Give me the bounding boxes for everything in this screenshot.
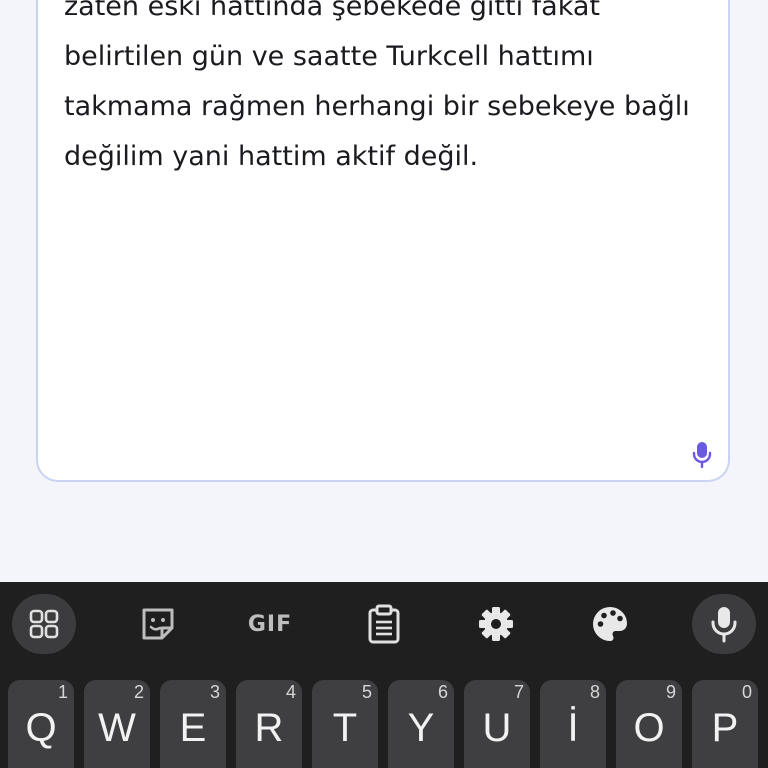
key-p[interactable]: 0 P <box>692 680 758 768</box>
key-y[interactable]: 6 Y <box>388 680 454 768</box>
settings-button[interactable] <box>464 594 528 654</box>
keyboard: GIF 1 Q 2 W 3 E 4 R 5 T 6 Y 7 U 8 İ 9 O … <box>0 582 768 768</box>
apps-button[interactable] <box>12 594 76 654</box>
key-label: İ <box>567 706 579 750</box>
key-hint: 3 <box>209 682 220 702</box>
theme-button[interactable] <box>578 594 642 654</box>
key-label: T <box>332 706 358 750</box>
key-u[interactable]: 7 U <box>464 680 530 768</box>
palette-icon <box>592 607 627 641</box>
key-label: E <box>179 706 207 750</box>
key-label: Y <box>407 706 435 750</box>
key-hint: 8 <box>589 682 600 702</box>
microphone-icon <box>711 607 737 643</box>
key-hint: 0 <box>741 682 752 702</box>
key-label: Q <box>25 706 57 750</box>
screen: zaten eski hattında şebekede gitti fakat… <box>0 0 768 768</box>
key-row-1: 1 Q 2 W 3 E 4 R 5 T 6 Y 7 U 8 İ 9 O 0 P <box>0 680 768 768</box>
clipboard-icon <box>368 604 400 644</box>
key-hint: 7 <box>513 682 524 702</box>
gear-icon <box>479 607 513 641</box>
microphone-icon <box>692 442 712 469</box>
key-hint: 9 <box>665 682 676 702</box>
input-microphone-button[interactable] <box>688 440 716 470</box>
gif-button[interactable]: GIF <box>238 594 302 654</box>
key-hint: 6 <box>437 682 448 702</box>
apps-grid-icon <box>29 609 59 639</box>
key-w[interactable]: 2 W <box>84 680 150 768</box>
key-label: U <box>482 706 512 750</box>
message-textarea[interactable]: zaten eski hattında şebekede gitti fakat… <box>36 0 730 482</box>
sticker-icon <box>142 608 174 640</box>
key-q[interactable]: 1 Q <box>8 680 74 768</box>
gif-label: GIF <box>247 611 293 637</box>
keyboard-toolbar: GIF <box>0 582 768 666</box>
key-hint: 5 <box>361 682 372 702</box>
key-hint: 1 <box>57 682 68 702</box>
message-text[interactable]: zaten eski hattında şebekede gitti fakat… <box>64 0 704 182</box>
key-r[interactable]: 4 R <box>236 680 302 768</box>
key-label: W <box>98 706 136 750</box>
clipboard-button[interactable] <box>352 594 416 654</box>
sticker-button[interactable] <box>126 594 190 654</box>
key-t[interactable]: 5 T <box>312 680 378 768</box>
key-label: P <box>711 706 739 750</box>
key-dotted-i[interactable]: 8 İ <box>540 680 606 768</box>
key-hint: 4 <box>285 682 296 702</box>
key-hint: 2 <box>133 682 144 702</box>
key-label: R <box>254 706 284 750</box>
voice-input-button[interactable] <box>692 594 756 654</box>
key-label: O <box>633 706 665 750</box>
key-e[interactable]: 3 E <box>160 680 226 768</box>
key-o[interactable]: 9 O <box>616 680 682 768</box>
